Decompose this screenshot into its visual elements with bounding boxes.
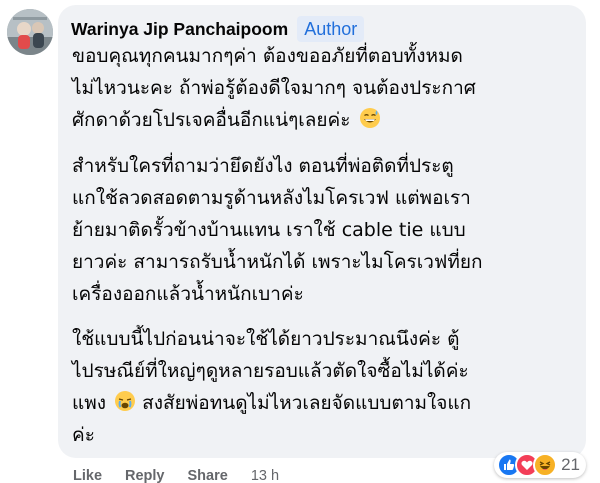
comment-line: เครื่องออกแล้วน้ำหนักเบาค่ะ: [72, 283, 304, 305]
comment-line: ใช้แบบนี้ไปก่อนน่าจะใช้ได้ยาวประมาณนึงค่…: [72, 328, 460, 350]
comment-line-text: แพง: [72, 392, 107, 414]
comment-header: Warinya Jip Panchaipoom Author: [71, 16, 365, 42]
comment-line-text: สงสัยพ่อทนดูไม่ไหวเลยจัดแบบตามใจแก: [142, 392, 472, 414]
comment-line: แกใช้ลวดสอดตามรูด้านหลังไมโครเวฟ แต่พอเร…: [72, 187, 471, 209]
comment-bubble: Warinya Jip Panchaipoom Author ขอบคุณทุก…: [58, 5, 586, 458]
reactions-summary[interactable]: 21: [494, 452, 586, 478]
comment-line: ย้ายมาติดรั้วข้างบ้านแทน เราใช้ cable ti…: [72, 219, 466, 241]
comment-line: ไปรษณีย์ที่ใหญ่ๆดูหลายรอบแล้วตัดใจซื้อไม…: [72, 360, 469, 382]
comment-container: Warinya Jip Panchaipoom Author ขอบคุณทุก…: [0, 0, 600, 483]
author-name[interactable]: Warinya Jip Panchaipoom: [71, 19, 288, 40]
comment-paragraph-3: ใช้แบบนี้ไปก่อนน่าจะใช้ได้ยาวประมาณนึงค่…: [72, 323, 471, 451]
comment-line: แพง สงสัยพ่อทนดูไม่ไหวเลยจัดแบบตามใจแก: [72, 387, 471, 419]
reply-button[interactable]: Reply: [125, 468, 165, 483]
reactions-count: 21: [561, 455, 580, 474]
comment-paragraph-1: ขอบคุณทุกคนมากๆค่า ต้องขออภัยที่ตอบทั้งห…: [72, 40, 476, 136]
comment-paragraph-2: สำหรับใครที่ถามว่ายึดยังไง ตอนที่พ่อติดท…: [72, 150, 483, 310]
comment-line: สำหรับใครที่ถามว่ายึดยังไง ตอนที่พ่อติดท…: [72, 155, 454, 177]
comment-actions: Like Reply Share 13 h: [73, 468, 279, 483]
like-button[interactable]: Like: [73, 468, 102, 483]
comment-line-text: ศักดาด้วยโปรเจคอื่นอีกแน่ๆเลยค่ะ: [72, 109, 351, 131]
avatar[interactable]: [7, 9, 53, 55]
comment-line: ขอบคุณทุกคนมากๆค่า ต้องขออภัยที่ตอบทั้งห…: [72, 45, 463, 67]
author-badge: Author: [297, 16, 365, 42]
avatar-image: [7, 9, 53, 55]
timestamp[interactable]: 13 h: [251, 468, 279, 483]
haha-reaction-icon: [533, 453, 558, 477]
share-button[interactable]: Share: [188, 468, 228, 483]
comment-line: ศักดาด้วยโปรเจคอื่นอีกแน่ๆเลยค่ะ: [72, 104, 476, 136]
comment-line: ยาวค่ะ สามารถรับน้ำหนักได้ เพราะไมโครเวฟ…: [72, 251, 483, 273]
comment-line: ค่ะ: [72, 424, 95, 446]
comment-line: ไม่ไหวนะคะ ถ้าพ่อรู้ต้องดีใจมากๆ จนต้องป…: [72, 77, 476, 99]
weary-emoji: [115, 391, 136, 411]
grinning-sweat-emoji: [359, 108, 380, 128]
